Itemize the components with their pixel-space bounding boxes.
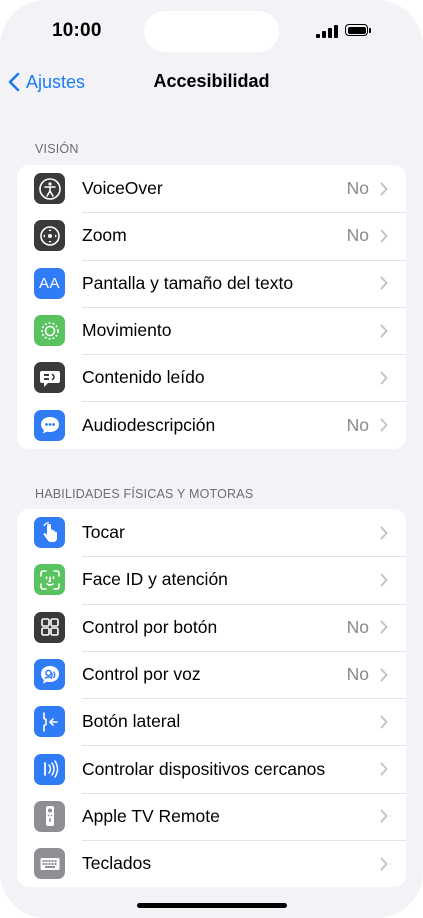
chevron-right-icon — [380, 809, 388, 823]
chevron-right-icon — [380, 715, 388, 729]
chevron-right-icon — [380, 573, 388, 587]
motion-icon — [34, 315, 65, 347]
row-spoken-content[interactable]: Contenido leído — [17, 354, 406, 401]
row-value: No — [346, 414, 369, 435]
switch-control-icon — [34, 611, 65, 643]
chevron-right-icon — [380, 418, 388, 432]
nearby-devices-icon — [34, 753, 65, 785]
row-value: No — [346, 664, 369, 685]
side-button-icon — [34, 706, 65, 738]
audio-description-icon — [34, 409, 65, 441]
zoom-icon — [34, 220, 65, 252]
chevron-right-icon — [380, 324, 388, 338]
row-apple-tv-remote[interactable]: Apple TV Remote — [17, 792, 406, 840]
row-label: Zoom — [82, 225, 127, 246]
row-text-size[interactable]: AA Pantalla y tamaño del texto — [17, 259, 406, 307]
row-label: Botón lateral — [82, 711, 181, 732]
status-time: 10:00 — [52, 20, 102, 41]
chevron-right-icon — [380, 276, 388, 290]
row-voiceover[interactable]: VoiceOver No — [17, 165, 406, 212]
chevron-right-icon — [380, 526, 388, 540]
chevron-right-icon — [380, 371, 388, 385]
row-label: VoiceOver — [82, 178, 163, 199]
face-id-icon — [34, 564, 65, 596]
row-label: Pantalla y tamaño del texto — [82, 272, 294, 293]
page-title: Accesibilidad — [153, 71, 270, 91]
battery-tip — [369, 28, 371, 33]
row-value: No — [346, 616, 369, 637]
spoken-content-icon — [34, 362, 65, 394]
row-label: Controlar dispositivos cercanos — [82, 758, 326, 779]
voiceover-icon — [34, 173, 65, 205]
row-label: Audiodescripción — [82, 414, 216, 435]
row-keyboards[interactable]: Teclados — [17, 840, 406, 887]
row-motion[interactable]: Movimiento — [17, 306, 406, 354]
row-label: Movimiento — [82, 320, 172, 341]
row-touch[interactable]: Tocar — [17, 509, 406, 556]
tv-remote-icon — [34, 800, 65, 832]
row-label: Apple TV Remote — [82, 805, 220, 826]
row-label: Tocar — [82, 522, 125, 543]
chevron-right-icon — [380, 229, 388, 243]
section-header-vision: VISIÓN — [35, 142, 79, 156]
chevron-right-icon — [380, 857, 388, 871]
row-value: No — [346, 225, 369, 246]
touch-icon — [34, 517, 65, 549]
home-indicator[interactable] — [137, 903, 287, 908]
row-zoom[interactable]: Zoom No — [17, 212, 406, 259]
row-side-button[interactable]: Botón lateral — [17, 698, 406, 745]
row-voice-control[interactable]: Control por voz No — [17, 650, 406, 698]
row-label: Contenido leído — [82, 367, 205, 388]
battery-icon — [345, 24, 368, 36]
cellular-signal-icon — [316, 25, 338, 38]
row-audio-description[interactable]: Audiodescripción No — [17, 401, 406, 448]
voice-control-icon — [34, 659, 65, 691]
chevron-right-icon — [380, 762, 388, 776]
text-size-icon: AA — [34, 267, 65, 299]
row-label: Teclados — [82, 853, 152, 874]
chevron-right-icon — [380, 182, 388, 196]
row-face-id[interactable]: Face ID y atención — [17, 556, 406, 603]
row-switch-control[interactable]: Control por botón No — [17, 603, 406, 651]
vision-group: VoiceOver No Zoom No AA Pantalla y tamañ… — [17, 165, 406, 449]
row-label: Control por voz — [82, 664, 201, 685]
row-value: No — [346, 178, 369, 199]
phone-screen: 10:00 Ajustes Accesibilidad VISIÓN Voice… — [0, 0, 423, 918]
physical-group: Tocar Face ID y atención Control por bot… — [17, 509, 406, 888]
section-header-physical: HABILIDADES FÍSICAS Y MOTORAS — [35, 487, 254, 501]
row-nearby-devices[interactable]: Controlar dispositivos cercanos — [17, 745, 406, 792]
row-label: Control por botón — [82, 616, 218, 637]
row-label: Face ID y atención — [82, 569, 228, 590]
chevron-right-icon — [380, 668, 388, 682]
dynamic-island — [144, 11, 279, 52]
chevron-right-icon — [380, 620, 388, 634]
keyboard-icon — [34, 848, 65, 880]
